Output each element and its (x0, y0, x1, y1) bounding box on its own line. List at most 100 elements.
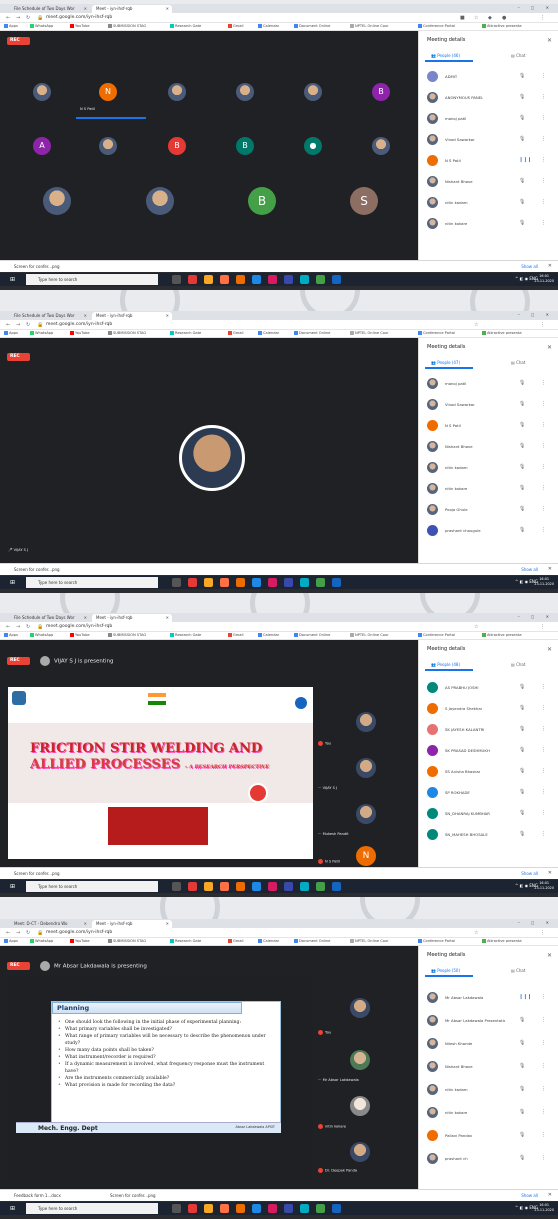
taskbar-app-icon[interactable] (188, 882, 197, 891)
tab-people[interactable]: 👥 People (46) (425, 53, 473, 62)
close-icon[interactable]: ✕ (548, 870, 552, 876)
cortana-icon[interactable] (172, 275, 181, 284)
mic-off-icon[interactable]: 🎙 (519, 94, 525, 100)
window-controls[interactable]: – ◻ ✕ (518, 312, 554, 317)
reload-icon[interactable]: ↻ (26, 15, 30, 21)
participant-row[interactable]: SN_DHANRAJ KUMBHAR 🎙 ⋮ (419, 806, 558, 824)
taskbar-app-icon[interactable] (252, 275, 261, 284)
bookmark[interactable]: Gmail (228, 633, 244, 637)
more-options-icon[interactable]: ⋮ (541, 1155, 546, 1161)
tab-close-icon[interactable]: ✕ (84, 615, 87, 620)
more-options-icon[interactable]: ⋮ (541, 789, 546, 795)
mic-off-icon[interactable]: 🎙 (519, 810, 525, 816)
bookmark[interactable]: Conference Portal (418, 331, 455, 335)
bookmark[interactable]: Calendar (258, 331, 279, 335)
windows-start-icon[interactable]: ⊞ (10, 579, 17, 586)
participant-tile[interactable]: A (33, 137, 51, 155)
mic-off-icon[interactable]: 🎙 (519, 220, 525, 226)
participant-row[interactable]: nitin kadam 🎙 ⋮ (419, 460, 558, 478)
speaking-icon[interactable]: ❙❙❙ (519, 994, 532, 1000)
participant-row[interactable]: N S Patil ❙❙❙ ⋮ (419, 153, 558, 171)
bookmark[interactable]: WhatsApp (30, 633, 53, 637)
mic-off-icon[interactable]: 🎙 (519, 768, 525, 774)
more-options-icon[interactable]: ⋮ (541, 178, 546, 184)
participant-tile[interactable] (236, 83, 254, 101)
bookmark[interactable]: Apps (4, 633, 18, 637)
mic-off-icon[interactable]: 🎙 (519, 380, 525, 386)
participant-row[interactable]: nitin kadam 🎙 ⋮ (419, 195, 558, 213)
bookmark[interactable]: SUBMISSION STAG (108, 633, 146, 637)
bookmark[interactable]: Attractive presenta (482, 939, 522, 943)
mic-off-icon[interactable]: 🎙 (519, 485, 525, 491)
mic-off-icon[interactable]: 🎙 (519, 527, 525, 533)
back-icon[interactable]: ← (6, 15, 10, 21)
taskbar-app-icon[interactable] (284, 882, 293, 891)
taskbar-app-icon[interactable] (220, 1204, 229, 1213)
browser-tab[interactable]: File Schedule of Two Days Wor ✕ (10, 614, 90, 622)
participant-row[interactable]: S Jayendra Shekhar 🎙 ⋮ (419, 701, 558, 719)
more-options-icon[interactable]: ⋮ (541, 443, 546, 449)
more-options-icon[interactable]: ⋮ (541, 73, 546, 79)
cortana-icon[interactable] (172, 578, 181, 587)
participant-tile[interactable]: N (99, 83, 117, 101)
rail-participant-avatar[interactable]: N (356, 846, 376, 866)
windows-start-icon[interactable]: ⊞ (10, 1205, 17, 1212)
bookmark[interactable]: YouTube (70, 633, 90, 637)
tab-close-icon[interactable]: ✕ (166, 313, 169, 318)
url-text[interactable]: meet.google.com/iyn-ihsf-rqb (46, 930, 112, 935)
bookmark[interactable]: Apps (4, 331, 18, 335)
taskbar-app-icon[interactable] (284, 1204, 293, 1213)
taskbar-app-icon[interactable] (332, 1204, 341, 1213)
back-icon[interactable]: ← (6, 322, 10, 328)
browser-tab-active[interactable]: Meet - iyn-ihsf-rqb ✕ (92, 312, 172, 320)
participant-tile[interactable]: B (248, 187, 276, 215)
profile-icon[interactable]: ● (502, 15, 506, 21)
more-options-icon[interactable]: ⋮ (541, 994, 546, 1000)
taskbar-app-icon[interactable] (220, 882, 229, 891)
star-icon[interactable]: ☆ (474, 15, 478, 21)
participant-row[interactable]: ANONYMOUS PANEL 🎙 ⋮ (419, 90, 558, 108)
participant-row[interactable]: Pallavi Pandav 🎙 ⋮ (419, 1128, 558, 1146)
bookmark[interactable]: Research Gate (170, 331, 201, 335)
bookmark[interactable]: Gmail (228, 331, 244, 335)
more-options-icon[interactable]: ⋮ (541, 1040, 546, 1046)
more-options-icon[interactable]: ⋮ (541, 115, 546, 121)
more-options-icon[interactable]: ⋮ (541, 136, 546, 142)
bookmark[interactable]: Research Gate (170, 24, 201, 28)
participant-tile[interactable]: S (350, 187, 378, 215)
more-options-icon[interactable]: ⋮ (541, 684, 546, 690)
taskbar-app-icon[interactable] (268, 1204, 277, 1213)
chrome-icon[interactable] (316, 578, 325, 587)
participant-row[interactable]: N S Patil 🎙 ⋮ (419, 418, 558, 436)
mic-off-icon[interactable]: 🎙 (519, 1017, 525, 1023)
more-options-icon[interactable]: ⋮ (541, 726, 546, 732)
bookmark[interactable]: Research Gate (170, 939, 201, 943)
participant-tile[interactable]: B (372, 83, 390, 101)
taskbar-search[interactable]: Type here to search (26, 881, 158, 892)
mic-off-icon[interactable]: 🎙 (519, 115, 525, 121)
tab-chat[interactable]: ▤ Chat (511, 662, 525, 667)
taskbar-app-icon[interactable] (252, 578, 261, 587)
participant-row[interactable]: Nilesh Khande 🎙 ⋮ (419, 1036, 558, 1054)
participant-row[interactable]: nitin kokare 🎙 ⋮ (419, 481, 558, 499)
bookmark[interactable]: NPTEL Online Cour (350, 331, 389, 335)
participant-tile[interactable] (33, 83, 51, 101)
more-options-icon[interactable]: ⋮ (541, 1109, 546, 1115)
more-options-icon[interactable]: ⋮ (541, 464, 546, 470)
mic-off-icon[interactable]: 🎙 (519, 73, 525, 79)
cortana-icon[interactable] (172, 1204, 181, 1213)
more-options-icon[interactable]: ⋮ (541, 1063, 546, 1069)
participant-tile[interactable]: B (168, 137, 186, 155)
speaking-icon[interactable]: ❙❙❙ (519, 157, 532, 163)
taskbar-app-icon[interactable] (220, 275, 229, 284)
taskbar-app-icon[interactable] (220, 578, 229, 587)
browser-tab-active[interactable]: Meet - iyn-ihsf-rqb ✕ (92, 5, 172, 13)
bookmark[interactable]: YouTube (70, 939, 90, 943)
tab-close-icon[interactable]: ✕ (166, 615, 169, 620)
menu-icon[interactable]: ⋮ (540, 930, 545, 936)
rail-participant-avatar[interactable] (350, 998, 370, 1018)
tab-close-icon[interactable]: ✕ (166, 921, 169, 926)
participant-row[interactable]: manoj patil 🎙 ⋮ (419, 111, 558, 129)
bookmark[interactable]: SUBMISSION STAG (108, 939, 146, 943)
participant-row[interactable]: ADMIT 🎙 ⋮ (419, 69, 558, 87)
